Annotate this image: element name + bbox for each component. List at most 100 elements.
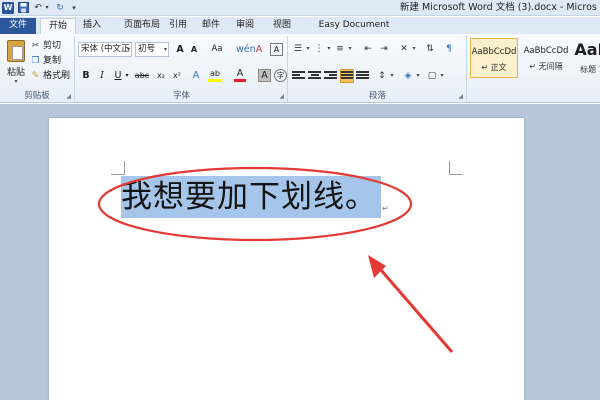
distributed-button[interactable] <box>356 69 370 83</box>
tab-review[interactable]: 审阅 <box>232 18 258 34</box>
bold-button[interactable]: B <box>80 68 92 83</box>
chevron-down-icon: ▾ <box>163 46 167 53</box>
chinese-layout-dropdown-icon[interactable]: ▾ <box>411 42 417 56</box>
style-heading-1-name: 标题 1 <box>580 65 600 74</box>
multilevel-dropdown-icon[interactable]: ▾ <box>347 42 353 56</box>
character-border-button[interactable]: A <box>270 43 283 56</box>
superscript-button[interactable]: x² <box>170 68 184 83</box>
justify-icon <box>341 71 354 82</box>
strikethrough-button[interactable]: abc <box>134 68 150 83</box>
align-right-icon <box>324 71 337 82</box>
borders-dropdown-icon[interactable]: ▾ <box>439 69 445 83</box>
copy-button[interactable]: ❐ 复制 <box>30 55 61 68</box>
underline-button[interactable]: U <box>112 68 124 83</box>
enclose-characters-button[interactable]: 字 <box>274 69 287 82</box>
align-center-icon <box>308 71 321 82</box>
bullets-dropdown-icon[interactable]: ▾ <box>305 42 311 56</box>
align-center-button[interactable] <box>308 69 322 83</box>
text-effects-button[interactable]: A <box>190 68 202 83</box>
style-normal[interactable]: AaBbCcDd ↵ 正文 <box>470 38 518 78</box>
style-no-spacing-name: ↵ 无间隔 <box>529 62 563 71</box>
shading-dropdown-icon[interactable]: ▾ <box>415 69 421 83</box>
tab-home[interactable]: 开始 <box>40 18 76 35</box>
clipboard-group-label: 剪贴板 <box>24 91 50 101</box>
font-size-value: 初号 <box>138 44 156 54</box>
tab-insert[interactable]: 插入 <box>78 18 106 34</box>
save-icon[interactable] <box>18 2 29 14</box>
style-no-spacing-preview: AaBbCcDd <box>523 46 569 56</box>
margin-corner-top-left <box>111 161 125 175</box>
document-page[interactable]: 我想要加下划线。 ↵ <box>49 118 524 400</box>
borders-button[interactable]: ▢ <box>425 69 439 83</box>
font-name-select[interactable]: 宋体 (中文正 ▾ <box>78 42 132 57</box>
tab-file[interactable]: 文件 <box>0 18 36 34</box>
show-marks-button[interactable]: ¶ <box>442 42 456 56</box>
customize-toolbar-icon[interactable]: ▾ <box>70 2 78 14</box>
align-left-button[interactable] <box>292 69 306 83</box>
clipboard-launcher-icon[interactable]: ◢ <box>66 93 71 100</box>
chevron-down-icon: ▾ <box>126 46 130 53</box>
style-heading-1[interactable]: AaB 标题 1 <box>572 38 600 78</box>
grow-font-button[interactable]: A <box>174 42 186 57</box>
numbering-dropdown-icon[interactable]: ▾ <box>326 42 332 56</box>
subscript-button[interactable]: x₂ <box>154 68 168 83</box>
numbering-button[interactable]: ⋮ <box>312 42 326 56</box>
format-painter-button[interactable]: ✎ 格式刷 <box>30 70 70 83</box>
italic-button[interactable]: I <box>96 68 108 83</box>
undo-icon[interactable]: ↶ <box>33 2 43 14</box>
line-spacing-dropdown-icon[interactable]: ▾ <box>389 69 395 83</box>
decrease-indent-button[interactable]: ⇤ <box>361 42 375 56</box>
bullets-button[interactable]: ☰ <box>291 42 305 56</box>
word-logo-icon[interactable]: W <box>2 2 14 14</box>
paste-dropdown-icon[interactable]: ▾ <box>3 78 29 85</box>
selected-text[interactable]: 我想要加下划线。 <box>121 176 381 218</box>
multilevel-list-button[interactable]: ≡ <box>333 42 347 56</box>
cut-button[interactable]: ✂ 剪切 <box>30 40 61 53</box>
tab-easy-document-creator[interactable]: Easy Document Creator <box>304 18 404 45</box>
underline-dropdown-icon[interactable]: ▾ <box>124 68 130 83</box>
sort-button[interactable]: ⇅ <box>423 42 437 56</box>
font-name-value: 宋体 (中文正 <box>81 44 130 54</box>
document-area: 我想要加下划线。 ↵ <box>0 104 600 400</box>
shading-button[interactable]: ◈ <box>401 69 415 83</box>
align-left-icon <box>292 71 305 82</box>
font-launcher-icon[interactable]: ◢ <box>279 93 284 100</box>
paste-button[interactable]: 粘贴 ▾ <box>3 38 29 86</box>
paragraph-launcher-icon[interactable]: ◢ <box>458 93 463 100</box>
paragraph-group-label: 段落 <box>368 91 386 101</box>
word-window: W ↶ ▾ ↻ ▾ 新建 Microsoft Word 文档 (3).docx … <box>0 0 600 400</box>
font-size-select[interactable]: 初号 ▾ <box>135 42 169 57</box>
chinese-layout-button[interactable]: ✕ <box>397 42 411 56</box>
change-case-button[interactable]: Aa <box>208 42 226 57</box>
paragraph-group: ☰ ▾ ⋮ ▾ ≡ ▾ ⇤ ⇥ ✕ ▾ ⇅ ¶ ↕ ▾ ◈ ▾ ▢ ▾ 段落 ◢ <box>289 36 467 102</box>
ribbon: 粘贴 ▾ ✂ 剪切 ❐ 复制 ✎ 格式刷 剪贴板 ◢ 宋体 (中文正 ▾ 初号 ▾ A A… <box>0 34 600 103</box>
tab-references[interactable]: 引用 <box>162 18 194 34</box>
distributed-icon <box>356 71 369 82</box>
highlight-button[interactable]: ab <box>208 68 222 82</box>
phonetic-guide-button[interactable]: wén <box>236 42 256 57</box>
ribbon-tabs: 文件 开始 插入 页面布局 引用 邮件 审阅 视图 Easy Document … <box>0 17 600 45</box>
character-shading-button[interactable]: A <box>258 69 271 82</box>
scissors-icon: ✂ <box>31 41 40 51</box>
clear-formatting-button[interactable]: A <box>252 42 266 57</box>
font-group: 宋体 (中文正 ▾ 初号 ▾ A A Aa wén A A B I U ▾ abc … <box>76 36 288 102</box>
tab-view[interactable]: 视图 <box>270 18 294 34</box>
justify-button[interactable] <box>340 69 354 83</box>
style-heading-1-preview: AaB <box>574 40 600 59</box>
copy-icon: ❐ <box>31 56 40 66</box>
tab-mailings[interactable]: 邮件 <box>198 18 224 34</box>
font-color-button[interactable]: A <box>234 68 246 82</box>
paste-icon <box>7 40 25 62</box>
align-right-button[interactable] <box>324 69 338 83</box>
style-normal-name: ↵ 正文 <box>481 63 507 72</box>
shrink-font-button[interactable]: A <box>188 42 200 57</box>
line-spacing-button[interactable]: ↕ <box>375 69 389 83</box>
styles-group: AaBbCcDd ↵ 正文 AaBbCcDd ↵ 无间隔 AaB 标题 1 <box>468 36 600 102</box>
style-no-spacing[interactable]: AaBbCcDd ↵ 无间隔 <box>522 38 570 78</box>
format-painter-label: 格式刷 <box>43 71 71 81</box>
brush-icon: ✎ <box>31 71 40 81</box>
redo-icon[interactable]: ↻ <box>55 2 65 14</box>
undo-dropdown-icon[interactable]: ▾ <box>44 2 50 14</box>
paragraph-mark: ↵ <box>382 204 389 213</box>
increase-indent-button[interactable]: ⇥ <box>377 42 391 56</box>
